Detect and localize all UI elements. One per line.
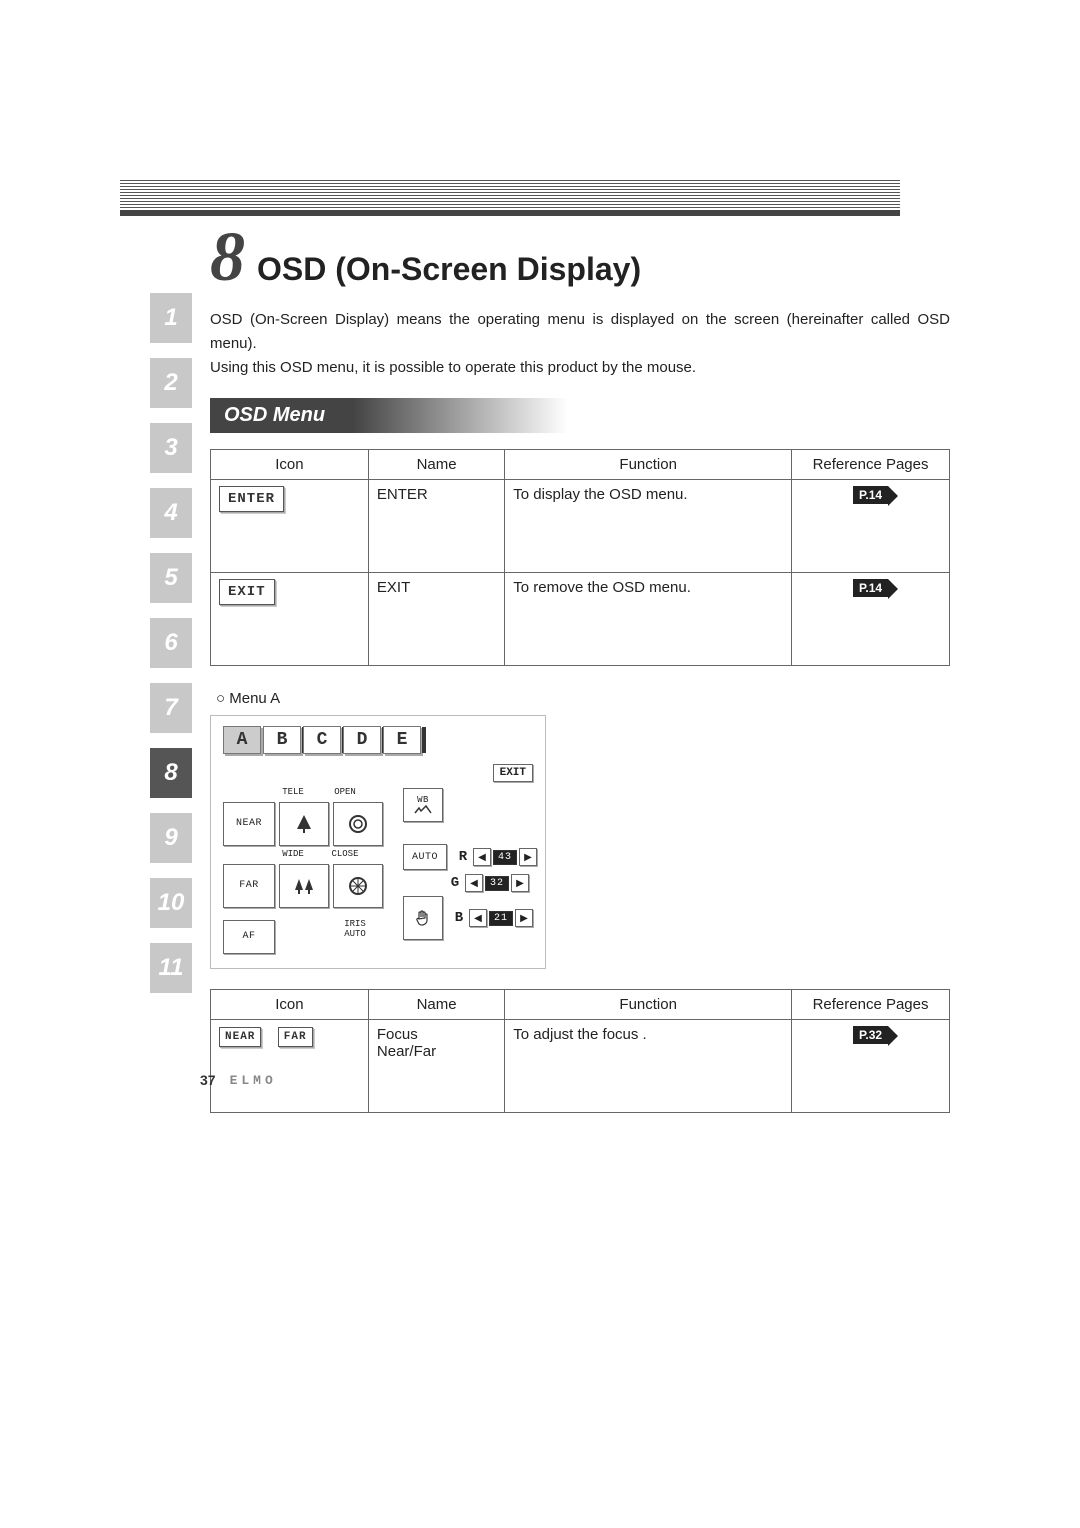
chapter-sidebar: 1 2 3 4 5 6 7 8 9 10 11: [150, 293, 192, 993]
t1-func-0: To display the OSD menu.: [505, 480, 792, 573]
label-open: OPEN: [321, 788, 369, 798]
near-button[interactable]: NEAR: [223, 802, 275, 846]
exit-icon: EXIT: [219, 579, 275, 605]
osd-menu-a-panel: A B C D E EXIT TELE OPEN NEAR: [210, 715, 546, 969]
iris-close-button[interactable]: [333, 864, 383, 908]
trees-zoom-icon: [291, 873, 317, 899]
tree-zoom-icon: [291, 811, 317, 837]
t1-row-enter: ENTER ENTER To display the OSD menu. P.1…: [211, 480, 950, 573]
osd-table-1: Icon Name Function Reference Pages ENTER…: [210, 449, 950, 666]
sidebar-tab-1[interactable]: 1: [150, 293, 192, 343]
iris-auto-label: IRIS AUTO: [331, 920, 379, 940]
r-increment-button[interactable]: ▶: [519, 848, 537, 866]
sidebar-tab-4[interactable]: 4: [150, 488, 192, 538]
b-decrement-button[interactable]: ◀: [469, 909, 487, 927]
label-tele: TELE: [269, 788, 317, 798]
r-label: R: [455, 849, 471, 865]
t2-func-0: To adjust the focus .: [505, 1019, 792, 1112]
sidebar-tab-11[interactable]: 11: [150, 943, 192, 993]
b-label: B: [451, 910, 467, 926]
t1-row-exit: EXIT EXIT To remove the OSD menu. P.14: [211, 573, 950, 666]
sidebar-tab-2[interactable]: 2: [150, 358, 192, 408]
far-mini-icon: FAR: [278, 1027, 313, 1047]
t1-ref-0[interactable]: P.14: [853, 486, 888, 504]
zoom-tele-button[interactable]: [279, 802, 329, 846]
enter-icon: ENTER: [219, 486, 284, 512]
g-label: G: [447, 875, 463, 891]
t1-func-1: To remove the OSD menu.: [505, 573, 792, 666]
t1-name-0: ENTER: [368, 480, 504, 573]
iris-open-icon: [345, 811, 371, 837]
g-value: 32: [485, 876, 509, 891]
sidebar-tab-8[interactable]: 8: [150, 748, 192, 798]
iris-close-icon: [345, 873, 371, 899]
one-push-wb-button[interactable]: [403, 896, 443, 940]
chapter-title: OSD (On-Screen Display): [257, 251, 641, 288]
section-title: OSD Menu: [210, 398, 568, 433]
t1-h-function: Function: [505, 450, 792, 480]
t1-h-name: Name: [368, 450, 504, 480]
osd-tab-b[interactable]: B: [263, 726, 301, 754]
iris-open-button[interactable]: [333, 802, 383, 846]
osd-tab-d[interactable]: D: [343, 726, 381, 754]
osd-table-2: Icon Name Function Reference Pages NEAR …: [210, 989, 950, 1113]
page-number: 37: [200, 1072, 216, 1088]
t2-ref-0[interactable]: P.32: [853, 1026, 888, 1044]
zoom-wide-button[interactable]: [279, 864, 329, 908]
chapter-number: 8: [210, 230, 245, 286]
intro-line2: Using this OSD menu, it is possible to o…: [210, 359, 696, 376]
header-stripe: [120, 180, 900, 216]
osd-tab-a[interactable]: A: [223, 726, 261, 754]
intro-line1: OSD (On-Screen Display) means the operat…: [210, 311, 950, 352]
sidebar-tab-3[interactable]: 3: [150, 423, 192, 473]
page-footer: 37 ELMO: [200, 1072, 277, 1088]
near-mini-icon: NEAR: [219, 1027, 261, 1047]
t1-ref-1[interactable]: P.14: [853, 579, 888, 597]
r-decrement-button[interactable]: ◀: [473, 848, 491, 866]
osd-tab-e[interactable]: E: [383, 726, 421, 754]
sidebar-tab-5[interactable]: 5: [150, 553, 192, 603]
t1-h-icon: Icon: [211, 450, 369, 480]
osd-tab-bar: A B C D E: [223, 726, 533, 754]
auto-wb-button[interactable]: AUTO: [403, 844, 447, 870]
sidebar-tab-10[interactable]: 10: [150, 878, 192, 928]
osd-tab-c[interactable]: C: [303, 726, 341, 754]
intro-text: OSD (On-Screen Display) means the operat…: [210, 308, 950, 380]
osd-exit-button[interactable]: EXIT: [493, 764, 533, 782]
t2-h-name: Name: [368, 989, 504, 1019]
sidebar-tab-7[interactable]: 7: [150, 683, 192, 733]
hand-icon: [410, 905, 436, 931]
brand-logo: ELMO: [230, 1073, 277, 1088]
t2-row-focus: NEAR FAR Focus Near/Far To adjust the fo…: [211, 1019, 950, 1112]
b-value: 21: [489, 911, 513, 926]
r-value: 43: [493, 850, 517, 865]
label-wide: WIDE: [269, 850, 317, 860]
sidebar-tab-6[interactable]: 6: [150, 618, 192, 668]
g-increment-button[interactable]: ▶: [511, 874, 529, 892]
wb-button[interactable]: WB: [403, 788, 443, 822]
wb-icon: [414, 805, 432, 815]
t1-h-ref: Reference Pages: [792, 450, 950, 480]
sidebar-tab-9[interactable]: 9: [150, 813, 192, 863]
menu-a-label: ○ Menu A: [216, 690, 950, 707]
wb-label: WB: [417, 795, 429, 805]
g-decrement-button[interactable]: ◀: [465, 874, 483, 892]
t2-h-ref: Reference Pages: [792, 989, 950, 1019]
t2-h-function: Function: [505, 989, 792, 1019]
b-increment-button[interactable]: ▶: [515, 909, 533, 927]
t2-name-0: Focus Near/Far: [368, 1019, 504, 1112]
label-close: CLOSE: [321, 850, 369, 860]
t2-h-icon: Icon: [211, 989, 369, 1019]
af-button[interactable]: AF: [223, 920, 275, 954]
t1-name-1: EXIT: [368, 573, 504, 666]
far-button[interactable]: FAR: [223, 864, 275, 908]
